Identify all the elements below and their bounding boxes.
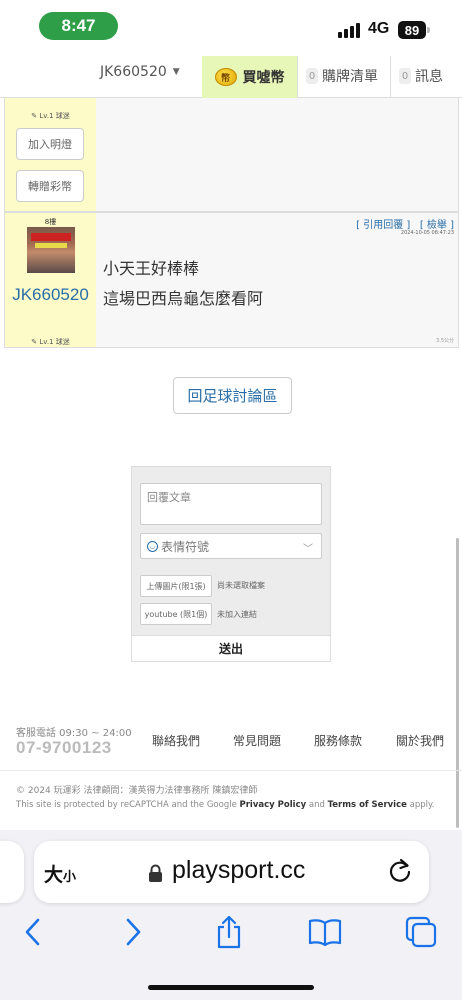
forward-icon[interactable] (114, 913, 152, 951)
service-hours: 客服電話 09:30 ~ 24:00 (16, 728, 132, 739)
purchase-list-label: 購牌清單 (322, 69, 378, 85)
emoji-select-label: 表情符號 (161, 539, 210, 554)
gift-coin-button[interactable]: 轉贈彩幣 (16, 170, 84, 202)
reload-icon[interactable] (386, 857, 414, 885)
status-time: 8:47 (39, 12, 118, 40)
footer-link-terms[interactable]: 服務條款 (314, 732, 362, 749)
post-actions: [ 引用回覆 ] [ 檢舉 ] (356, 216, 454, 231)
post-timestamp: 2024-10-05 08:47:23 (400, 230, 454, 236)
purchase-list-link[interactable]: 0 購牌清單 (306, 66, 378, 86)
emoji-select[interactable]: ◡ 表情符號 ﹀ (140, 533, 322, 559)
user-level: ✎ Lv.1 球迷 (31, 112, 70, 120)
footer-link-contact[interactable]: 聯絡我們 (152, 732, 200, 749)
user-level: ✎ Lv.1 球迷 (31, 338, 70, 346)
tabs-icon[interactable] (402, 913, 440, 951)
add-light-button[interactable]: 加入明燈 (16, 128, 84, 160)
previous-tab[interactable] (0, 841, 24, 903)
post-previous: ✎ Lv.1 球迷 加入明燈 轉贈彩幣 (4, 98, 459, 212)
home-indicator (148, 985, 314, 990)
footer-divider (0, 770, 462, 771)
text-size-button[interactable]: 大小 (44, 860, 76, 887)
username-label: JK660520 (100, 64, 167, 80)
avatar[interactable] (27, 227, 75, 273)
post-sidebar: 8樓 JK660520 ✎ Lv.1 球迷 (5, 213, 96, 347)
post-line-2: 這場巴西烏龜怎麼看阿 (103, 289, 264, 308)
messages-label: 訊息 (415, 69, 443, 85)
battery-icon: 89 (398, 21, 426, 39)
buy-coin-button[interactable]: 幣 買噓幣 (202, 56, 297, 98)
url-text[interactable]: playsport.cc (172, 856, 305, 885)
messages-count: 0 (399, 68, 411, 84)
share-icon[interactable] (210, 913, 248, 951)
upload-image-status: 尚未選取檔案 (217, 581, 265, 590)
reply-form: 回覆文章 ◡ 表情符號 ﹀ 上傳圖片(限1張) 尚未選取檔案 youtube (… (131, 466, 331, 662)
user-menu[interactable]: JK660520 ▼ (100, 64, 180, 80)
smile-icon: ◡ (147, 540, 158, 552)
copyright: © 2024 玩運彩 法律顧問：漢英得力法律事務所 陳鎮宏律師 (16, 786, 258, 796)
youtube-status: 未加入連結 (217, 610, 257, 619)
scrollbar[interactable] (456, 538, 459, 828)
back-icon[interactable] (14, 913, 52, 951)
youtube-button[interactable]: youtube (限1個) (140, 603, 212, 625)
post-author[interactable]: JK660520 (5, 283, 96, 306)
lock-icon (149, 864, 162, 882)
recaptcha-notice: This site is protected by reCAPTCHA and … (16, 800, 435, 810)
network-type: 4G (368, 20, 390, 37)
coin-icon: 幣 (214, 68, 237, 86)
bookmarks-icon[interactable] (306, 913, 344, 951)
post-sidebar: ✎ Lv.1 球迷 加入明燈 轉贈彩幣 (5, 98, 96, 211)
battery-cap (427, 27, 430, 33)
back-to-forum-button[interactable]: 回足球討論區 (173, 377, 292, 414)
caret-down-icon: ▼ (172, 67, 180, 77)
terms-of-service-link[interactable]: Terms of Service (328, 800, 407, 810)
send-button[interactable]: 送出 (132, 635, 330, 661)
footer-link-about[interactable]: 關於我們 (396, 732, 444, 749)
post-floor: 8樓 (44, 218, 57, 226)
purchase-list-count: 0 (306, 68, 318, 84)
nav-divider (297, 56, 298, 98)
chevron-down-icon: ﹀ (303, 544, 313, 555)
post-8: 8樓 JK660520 ✎ Lv.1 球迷 [ 引用回覆 ] [ 檢舉 ] 20… (4, 212, 459, 348)
privacy-policy-link[interactable]: Privacy Policy (240, 800, 307, 810)
nav-divider (390, 56, 391, 98)
post-ip: 3.5公分 (436, 338, 454, 344)
buy-coin-label: 買噓幣 (242, 70, 285, 86)
messages-link[interactable]: 0 訊息 (399, 66, 443, 86)
footer-link-faq[interactable]: 常見問題 (233, 732, 281, 749)
signal-icon (338, 22, 360, 38)
service-phone[interactable]: 07-9700123 (16, 738, 112, 758)
upload-image-button[interactable]: 上傳圖片(限1張) (140, 575, 212, 597)
post-line-1: 小天王好棒棒 (103, 259, 200, 278)
reply-textarea[interactable]: 回覆文章 (140, 483, 322, 525)
